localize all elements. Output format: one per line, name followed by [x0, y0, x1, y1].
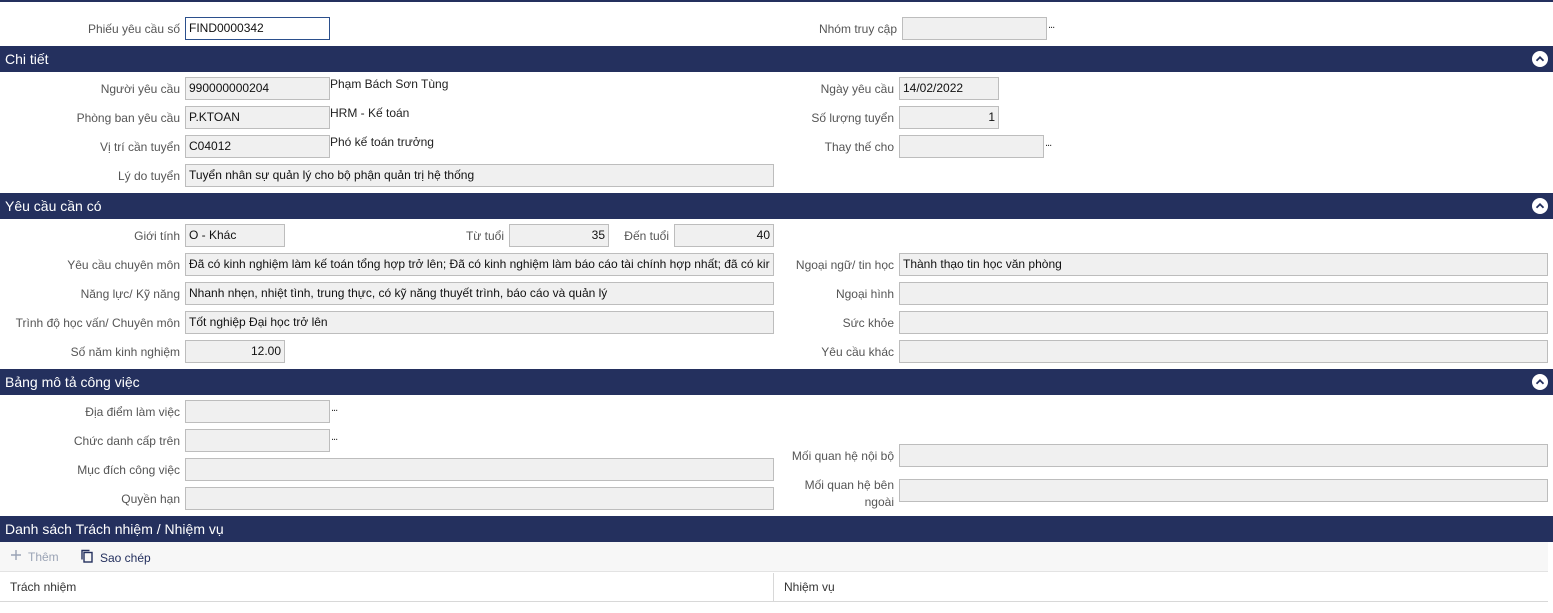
other-input[interactable]: [899, 340, 1548, 363]
access-group-label: Nhóm truy cập: [818, 22, 897, 36]
location-label: Địa điểm làm việc: [85, 405, 180, 419]
external-relations-input[interactable]: [899, 479, 1548, 502]
appearance-input[interactable]: [899, 282, 1548, 305]
request-date-input[interactable]: 14/02/2022: [899, 77, 999, 100]
internal-relations-label: Mối quan hệ nội bộ: [791, 449, 894, 463]
requester-label: Người yêu cầu: [100, 82, 180, 96]
education-input[interactable]: Tốt nghiệp Đại học trở lên: [185, 311, 774, 334]
language-label: Ngoại ngữ/ tin học: [795, 258, 894, 272]
access-group-input[interactable]: [902, 17, 1047, 40]
location-lookup-icon[interactable]: ...: [331, 403, 338, 414]
add-button-label: Thêm: [28, 549, 59, 564]
reason-label: Lý do tuyển: [117, 169, 180, 183]
replace-input[interactable]: [899, 135, 1044, 158]
position-name: Phó kế toán trưởng: [330, 135, 434, 149]
other-label: Yêu cầu khác: [821, 345, 894, 359]
requester-code-input[interactable]: 990000000204: [185, 77, 330, 100]
copy-button-label: Sao chép: [100, 550, 151, 565]
chevron-up-circle-icon[interactable]: [1532, 198, 1548, 214]
add-button[interactable]: Thêm: [10, 549, 59, 564]
dept-label: Phòng ban yêu cầu: [76, 111, 180, 125]
section-details-header[interactable]: Chi tiết: [0, 46, 1553, 72]
dept-code-input[interactable]: P.KTOAN: [185, 106, 330, 129]
quantity-input[interactable]: 1: [899, 106, 999, 129]
dept-name: HRM - Kế toán: [330, 106, 410, 120]
copy-button[interactable]: Sao chép: [80, 549, 151, 566]
gender-select[interactable]: O - Khác: [185, 224, 285, 247]
column-header-task[interactable]: Nhiệm vụ: [774, 573, 1548, 602]
skills-label: Năng lực/ Kỹ năng: [80, 287, 180, 301]
quantity-label: Số lượng tuyển: [811, 111, 894, 125]
skills-input[interactable]: Nhanh nhẹn, nhiệt tình, trung thực, có k…: [185, 282, 774, 305]
gender-label: Giới tính: [134, 229, 180, 243]
external-relations-label: Mối quan hệ bên ngoài: [740, 478, 894, 509]
access-group-lookup-icon[interactable]: ...: [1048, 20, 1055, 31]
language-input[interactable]: Thành thạo tin học văn phòng: [899, 253, 1548, 276]
external-relations-label-line2: ngoài: [864, 495, 894, 509]
section-job-description-title: Bảng mô tả công việc: [5, 374, 140, 390]
superior-lookup-icon[interactable]: ...: [331, 432, 338, 443]
location-input[interactable]: [185, 400, 330, 423]
column-header-responsibility[interactable]: Trách nhiệm: [0, 573, 774, 602]
request-no-label: Phiếu yêu cầu số: [87, 22, 180, 36]
section-duties-header: Danh sách Trách nhiệm / Nhiệm vụ: [0, 516, 1553, 542]
age-from-label: Từ tuổi: [465, 229, 504, 243]
top-border: [0, 0, 1553, 2]
internal-relations-input[interactable]: [899, 444, 1548, 467]
section-duties-title: Danh sách Trách nhiệm / Nhiệm vụ: [5, 521, 224, 537]
section-requirements-title: Yêu cầu cần có: [5, 198, 102, 214]
purpose-label: Mục đích công việc: [77, 463, 180, 477]
section-details-title: Chi tiết: [5, 51, 49, 67]
expertise-label: Yêu cầu chuyên môn: [67, 258, 180, 272]
external-relations-label-line1: Mối quan hệ bên: [804, 478, 894, 492]
replace-lookup-icon[interactable]: ...: [1045, 138, 1052, 149]
superior-input[interactable]: [185, 429, 330, 452]
chevron-up-circle-icon[interactable]: [1532, 374, 1548, 390]
education-label: Trình độ học vấn/ Chuyên môn: [15, 316, 180, 330]
section-job-description-header[interactable]: Bảng mô tả công việc: [0, 369, 1553, 395]
appearance-label: Ngoại hình: [835, 287, 894, 301]
section-requirements-header[interactable]: Yêu cầu cần có: [0, 193, 1553, 219]
requester-name: Phạm Bách Sơn Tùng: [330, 77, 449, 91]
chevron-up-circle-icon[interactable]: [1532, 51, 1548, 67]
duties-toolbar: Thêm Sao chép: [0, 542, 1548, 572]
authority-input[interactable]: [185, 487, 774, 510]
experience-input[interactable]: 12.00: [185, 340, 285, 363]
age-to-label: Đến tuổi: [624, 229, 669, 243]
duties-grid-header: Trách nhiệm Nhiệm vụ: [0, 573, 1548, 602]
replace-label: Thay thế cho: [824, 140, 894, 154]
request-date-label: Ngày yêu cầu: [820, 82, 894, 96]
copy-icon: [80, 549, 94, 566]
health-label: Sức khỏe: [842, 316, 894, 330]
experience-label: Số năm kinh nghiệm: [70, 345, 180, 359]
age-to-input[interactable]: 40: [674, 224, 774, 247]
superior-label: Chức danh cấp trên: [73, 434, 180, 448]
age-from-input[interactable]: 35: [509, 224, 609, 247]
expertise-input[interactable]: Đã có kinh nghiệm làm kế toán tổng hợp t…: [185, 253, 774, 276]
request-no-input[interactable]: FIND0000342: [185, 17, 330, 40]
purpose-input[interactable]: [185, 458, 774, 481]
reason-input[interactable]: Tuyển nhân sự quản lý cho bộ phận quản t…: [185, 164, 774, 187]
health-input[interactable]: [899, 311, 1548, 334]
authority-label: Quyền hạn: [121, 492, 180, 506]
position-label: Vị trí cần tuyển: [99, 140, 180, 154]
plus-icon: [10, 549, 22, 564]
position-code-input[interactable]: C04012: [185, 135, 330, 158]
